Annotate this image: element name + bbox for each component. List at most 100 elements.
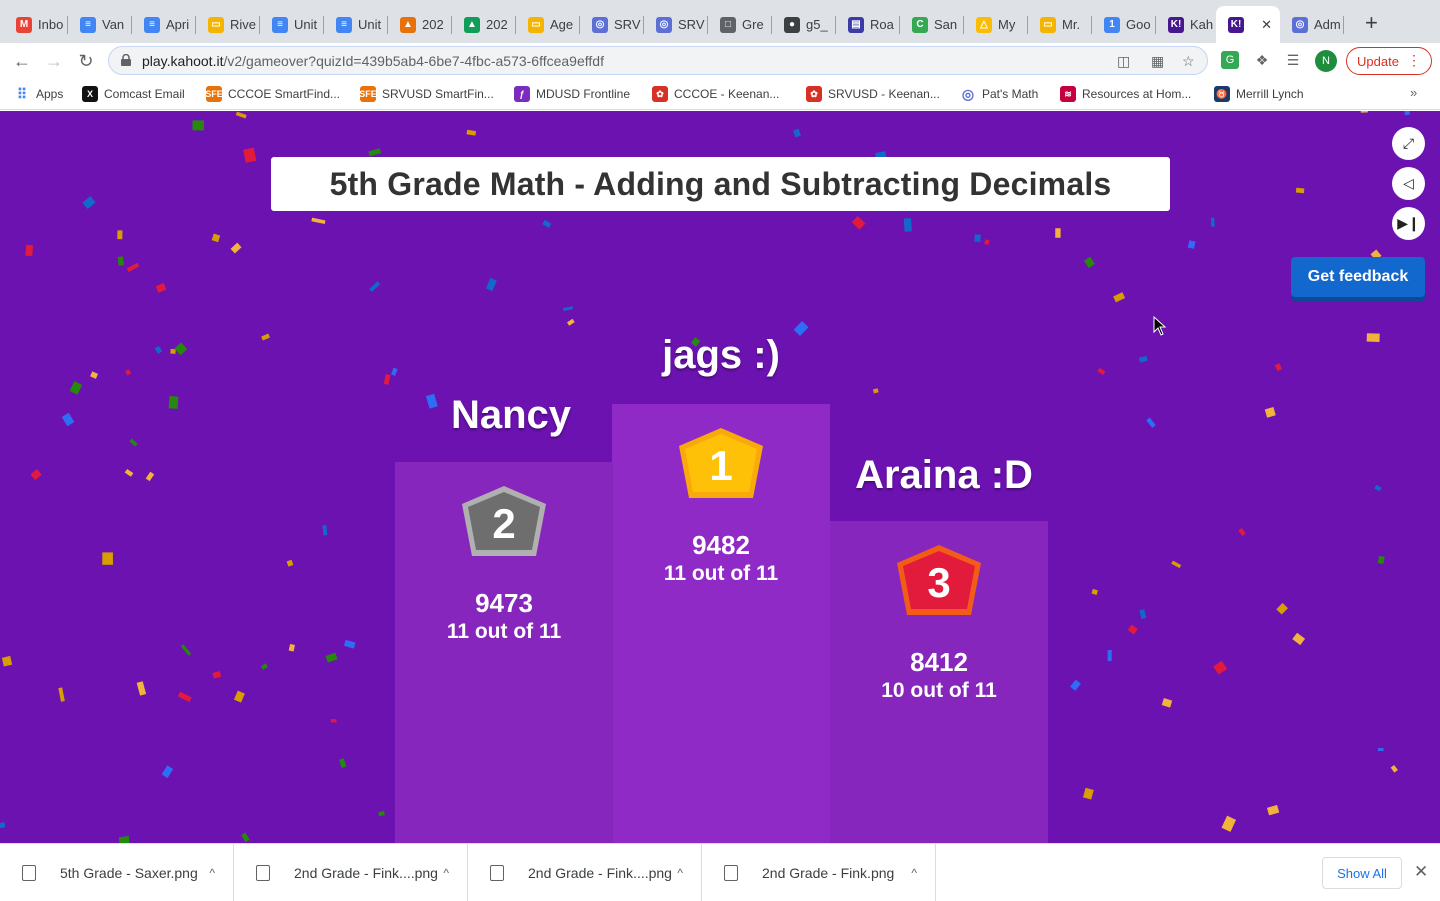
show-all-button[interactable]: Show All xyxy=(1322,857,1402,889)
keenan-icon: ✿ xyxy=(652,86,668,102)
confetti-piece xyxy=(1146,417,1156,428)
chevron-up-icon[interactable]: ^ xyxy=(911,866,917,880)
update-button[interactable]: Update ⋮ xyxy=(1346,47,1432,75)
file-icon xyxy=(490,864,504,881)
bull-icon: ♉ xyxy=(1214,86,1230,102)
calendar-icon: 1 xyxy=(1104,16,1120,33)
download-item[interactable]: 2nd Grade - Fink....png ^ xyxy=(234,844,468,901)
confetti-piece xyxy=(851,215,866,230)
chevron-up-icon[interactable]: ^ xyxy=(443,866,449,880)
bookmark-item[interactable]: ƒ MDUSD Frontline xyxy=(514,86,630,102)
download-item[interactable]: 2nd Grade - Fink....png ^ xyxy=(468,844,702,901)
bookmark-item[interactable]: SFE SRVUSD SmartFin... xyxy=(359,86,494,102)
confetti-piece xyxy=(1210,217,1215,227)
third-rank-number: 3 xyxy=(927,559,950,606)
tab-1[interactable]: M Inbo xyxy=(4,6,68,43)
tab-7[interactable]: ▲ 202 xyxy=(388,6,452,43)
profile-avatar[interactable]: N xyxy=(1315,50,1337,72)
tab-close-icon[interactable]: ✕ xyxy=(1261,17,1272,33)
drive-icon: △ xyxy=(976,16,992,33)
confetti-piece xyxy=(1097,367,1106,375)
confetti-piece xyxy=(155,283,167,293)
fullscreen-icon[interactable]: ⤢ xyxy=(1392,127,1425,160)
confetti-piece xyxy=(330,718,337,723)
extensions-puzzle-icon[interactable]: ❖ xyxy=(1253,51,1271,69)
confetti-piece xyxy=(129,438,138,447)
confetti-piece xyxy=(903,218,912,232)
tab-21[interactable]: ◎ Adm xyxy=(1280,6,1344,43)
get-feedback-button[interactable]: Get feedback xyxy=(1291,257,1425,297)
tab-19[interactable]: K! Kah xyxy=(1156,6,1220,43)
bookmark-item[interactable]: ≋ Resources at Hom... xyxy=(1060,86,1191,102)
chevron-up-icon[interactable]: ^ xyxy=(209,866,215,880)
reload-icon[interactable]: ↻ xyxy=(74,49,98,73)
new-tab-button[interactable]: + xyxy=(1365,12,1378,34)
tab-14[interactable]: ▤ Roa xyxy=(836,6,900,43)
tab-17[interactable]: ▭ Mr. xyxy=(1028,6,1092,43)
confetti-piece xyxy=(288,643,295,652)
bookmark-item[interactable]: X Comcast Email xyxy=(82,86,185,102)
confetti-piece xyxy=(1,655,13,667)
download-item[interactable]: 2nd Grade - Fink.png ^ xyxy=(702,844,936,901)
confetti-piece xyxy=(368,148,382,157)
browser-toolbar: ← → ↻ play.kahoot.it/v2/gameover?quizId=… xyxy=(0,43,1440,78)
confetti-piece xyxy=(124,468,134,477)
media-controls-icon[interactable]: ☰ xyxy=(1284,51,1302,69)
address-bar[interactable]: play.kahoot.it/v2/gameover?quizId=439b5a… xyxy=(108,46,1208,75)
boa-icon: ≋ xyxy=(1060,86,1076,102)
menu-dots-icon: ⋮ xyxy=(1407,52,1421,68)
tab-12[interactable]: □ Gre xyxy=(708,6,772,43)
qr-code-icon[interactable]: ▦ xyxy=(1151,53,1164,70)
tab-20[interactable]: K! ✕ xyxy=(1216,6,1280,43)
skip-icon[interactable]: ▶❙ xyxy=(1392,207,1425,240)
forward-icon[interactable]: → xyxy=(42,49,66,73)
cast-icon[interactable]: ◫ xyxy=(1117,53,1130,70)
tab-13[interactable]: ● g5_ xyxy=(772,6,836,43)
bookmarks-bar: ⠿ Apps X Comcast Email SFE CCCOE SmartFind...… xyxy=(0,78,1440,110)
quiz-title: 5th Grade Math - Adding and Subtracting … xyxy=(271,157,1170,211)
confetti-piece xyxy=(486,277,497,292)
tab-6[interactable]: ≡ Unit xyxy=(324,6,388,43)
bookmark-item[interactable]: ✿ SRVUSD - Keenan... xyxy=(806,86,940,102)
confetti-piece xyxy=(974,234,981,242)
bookmark-item[interactable]: ✿ CCCOE - Keenan... xyxy=(652,86,779,102)
classroom-icon: ▲ xyxy=(464,16,480,33)
globe-icon: ◎ xyxy=(1292,16,1308,33)
tab-8[interactable]: ▲ 202 xyxy=(452,6,516,43)
confetti-piece xyxy=(82,196,96,210)
bookmark-star-icon[interactable]: ☆ xyxy=(1182,53,1195,70)
bookmark-item[interactable]: SFE CCCOE SmartFind... xyxy=(205,86,340,102)
bookmarks-overflow-icon[interactable]: » xyxy=(1410,85,1417,100)
first-place-podium: 1 9482 11 out of 11 xyxy=(612,404,830,843)
close-downloads-icon[interactable]: ✕ xyxy=(1414,862,1428,882)
confetti-piece xyxy=(118,836,130,843)
kahoot-podium-screen: 5th Grade Math - Adding and Subtracting … xyxy=(0,111,1440,843)
grammarly-extension-icon[interactable]: G xyxy=(1221,51,1239,69)
bookmark-item[interactable]: ⠿ Apps xyxy=(14,86,64,102)
tab-2[interactable]: ≡ Van xyxy=(68,6,132,43)
tab-4[interactable]: ▭ Rive xyxy=(196,6,260,43)
tab-18[interactable]: 1 Goo xyxy=(1092,6,1156,43)
bookmark-item[interactable]: ♉ Merrill Lynch xyxy=(1214,86,1304,102)
tab-9[interactable]: ▭ Age xyxy=(516,6,580,43)
confetti-piece xyxy=(145,471,155,482)
tab-3[interactable]: ≡ Apri xyxy=(132,6,196,43)
tab-label: 202 xyxy=(486,17,508,32)
bookmark-item[interactable]: ◎ Pat's Math xyxy=(960,86,1038,102)
tab-15[interactable]: C San xyxy=(900,6,964,43)
sound-icon[interactable]: ◁ xyxy=(1392,167,1425,200)
second-rank-number: 2 xyxy=(492,500,515,547)
confetti-piece xyxy=(261,333,270,341)
third-place-score: 8412 xyxy=(910,647,968,677)
tab-16[interactable]: △ My xyxy=(964,6,1028,43)
tab-11[interactable]: ◎ SRV xyxy=(644,6,708,43)
download-filename: 5th Grade - Saxer.png xyxy=(60,864,198,881)
confetti-piece xyxy=(339,758,347,768)
chevron-up-icon[interactable]: ^ xyxy=(677,866,683,880)
tab-5[interactable]: ≡ Unit xyxy=(260,6,324,43)
download-item[interactable]: 5th Grade - Saxer.png ^ xyxy=(0,844,234,901)
tab-10[interactable]: ◎ SRV xyxy=(580,6,644,43)
tab-label: Unit xyxy=(358,17,382,32)
back-icon[interactable]: ← xyxy=(10,49,34,73)
confetti-piece xyxy=(1360,111,1368,113)
